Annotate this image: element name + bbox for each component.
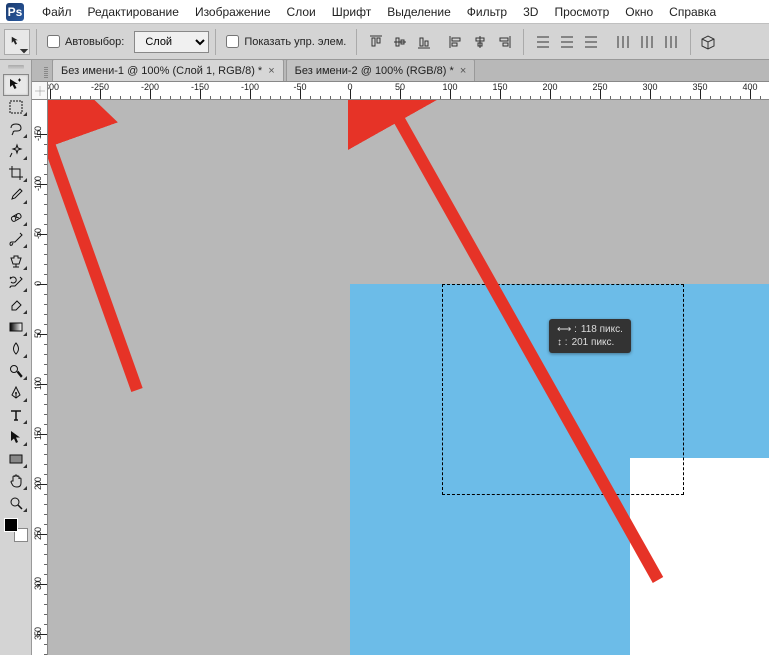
tool-dodge[interactable]	[3, 360, 29, 382]
tool-history-brush[interactable]	[3, 272, 29, 294]
tool-clone[interactable]	[3, 250, 29, 272]
close-icon[interactable]: ×	[460, 65, 466, 77]
menu-bar: Ps Файл Редактирование Изображение Слои …	[0, 0, 769, 24]
ruler-vertical[interactable]: -150-100-50050100150200250300350400450	[32, 100, 48, 655]
3d-mode-icon[interactable]	[697, 31, 719, 53]
marquee-selection	[442, 284, 684, 495]
menu-help[interactable]: Справка	[661, 2, 724, 22]
distribute-group-1	[530, 31, 604, 53]
layer-group-select[interactable]: Слой	[134, 31, 209, 53]
toolbox-grip[interactable]	[2, 62, 30, 72]
tab-title: Без имени-2 @ 100% (RGB/8) *	[295, 65, 454, 77]
tool-pen[interactable]	[3, 382, 29, 404]
menu-view[interactable]: Просмотр	[546, 2, 617, 22]
close-icon[interactable]: ×	[268, 65, 274, 77]
dist-vcenter-icon[interactable]	[556, 31, 578, 53]
dist-hcenter-icon[interactable]	[636, 31, 658, 53]
canvas-viewport[interactable]: ⟷ :118 пикс. ↕ :201 пикс.	[48, 100, 769, 655]
doc-tab-1[interactable]: Без имени-1 @ 100% (Слой 1, RGB/8) * ×	[52, 59, 284, 81]
tool-blur[interactable]	[3, 338, 29, 360]
tool-gradient[interactable]	[3, 316, 29, 338]
align-hcenter-icon[interactable]	[469, 31, 491, 53]
move-icon	[10, 35, 24, 49]
app-logo: Ps	[6, 3, 24, 21]
work-area: Без имени-1 @ 100% (Слой 1, RGB/8) * × Б…	[0, 60, 769, 655]
tool-move[interactable]	[3, 74, 29, 96]
autoselect-input[interactable]	[47, 35, 60, 48]
tool-type[interactable]	[3, 404, 29, 426]
menu-layer[interactable]: Слои	[279, 2, 324, 22]
tool-brush[interactable]	[3, 228, 29, 250]
toolbox	[0, 60, 32, 655]
divider	[523, 29, 524, 55]
show-transform-controls[interactable]: Показать упр. элем.	[222, 35, 350, 48]
menu-select[interactable]: Выделение	[379, 2, 459, 22]
tool-lasso[interactable]	[3, 118, 29, 140]
dist-right-icon[interactable]	[660, 31, 682, 53]
color-swatches[interactable]	[4, 518, 28, 542]
tool-marquee[interactable]	[3, 96, 29, 118]
divider	[356, 29, 357, 55]
tool-crop[interactable]	[3, 162, 29, 184]
menu-file[interactable]: Файл	[34, 2, 80, 22]
tab-title: Без имени-1 @ 100% (Слой 1, RGB/8) *	[61, 65, 262, 77]
tool-magic-wand[interactable]	[3, 140, 29, 162]
menu-edit[interactable]: Редактирование	[80, 2, 187, 22]
menu-type[interactable]: Шрифт	[324, 2, 379, 22]
align-top-icon[interactable]	[365, 31, 387, 53]
dist-bottom-icon[interactable]	[580, 31, 602, 53]
tool-eyedropper[interactable]	[3, 184, 29, 206]
foreground-color[interactable]	[4, 518, 18, 532]
tool-eraser[interactable]	[3, 294, 29, 316]
tab-grip[interactable]	[42, 65, 50, 81]
tool-rectangle[interactable]	[3, 448, 29, 470]
menu-window[interactable]: Окно	[617, 2, 661, 22]
dist-top-icon[interactable]	[532, 31, 554, 53]
align-group-2	[443, 31, 517, 53]
ruler-origin[interactable]	[32, 82, 48, 100]
doc-tab-2[interactable]: Без имени-2 @ 100% (RGB/8) * ×	[286, 59, 476, 81]
align-right-icon[interactable]	[493, 31, 515, 53]
ruler-horizontal[interactable]: -300-250-200-150-100-5005010015020025030…	[48, 82, 769, 100]
transform-tooltip: ⟷ :118 пикс. ↕ :201 пикс.	[549, 319, 631, 353]
divider	[215, 29, 216, 55]
menu-image[interactable]: Изображение	[187, 2, 279, 22]
show-controls-input[interactable]	[226, 35, 239, 48]
document-area: Без имени-1 @ 100% (Слой 1, RGB/8) * × Б…	[32, 60, 769, 655]
document-tabs: Без имени-1 @ 100% (Слой 1, RGB/8) * × Б…	[32, 60, 769, 82]
align-left-icon[interactable]	[445, 31, 467, 53]
tool-path-select[interactable]	[3, 426, 29, 448]
menu-filter[interactable]: Фильтр	[459, 2, 515, 22]
align-group-1	[363, 31, 437, 53]
autoselect-checkbox[interactable]: Автовыбор:	[43, 35, 128, 48]
divider	[690, 29, 691, 55]
dist-left-icon[interactable]	[612, 31, 634, 53]
tool-healing[interactable]	[3, 206, 29, 228]
align-bottom-icon[interactable]	[413, 31, 435, 53]
options-bar: Автовыбор: Слой Показать упр. элем.	[0, 24, 769, 60]
tool-hand[interactable]	[3, 470, 29, 492]
autoselect-label: Автовыбор:	[65, 36, 124, 48]
tool-zoom[interactable]	[3, 492, 29, 514]
divider	[36, 29, 37, 55]
align-vcenter-icon[interactable]	[389, 31, 411, 53]
show-controls-label: Показать упр. элем.	[244, 36, 346, 48]
current-tool-indicator[interactable]	[4, 29, 30, 55]
distribute-group-2	[610, 31, 684, 53]
menu-3d[interactable]: 3D	[515, 2, 546, 22]
